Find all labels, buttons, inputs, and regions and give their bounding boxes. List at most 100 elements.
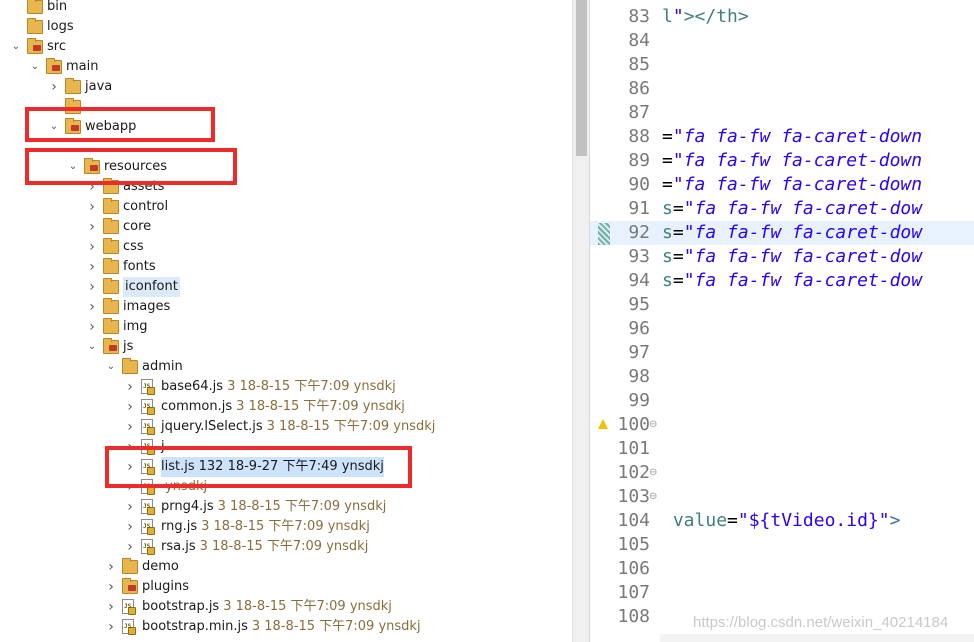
chevron-right-icon[interactable]: › xyxy=(124,537,136,557)
code-line[interactable]: 98 xyxy=(590,365,974,389)
tree-item[interactable]: › img xyxy=(0,317,572,337)
code-editor[interactable]: 83 l"></th> 84 85 86 87 88 ="fa fa-fw fa-caret-… xyxy=(589,0,974,642)
chevron-down-icon[interactable]: ⌄ xyxy=(48,117,60,137)
code-line[interactable]: 99 xyxy=(590,389,974,413)
tree-item[interactable]: › rsa.js3 18-8-15 下午7:09 ynsdkj xyxy=(0,537,572,557)
tree-item[interactable] xyxy=(0,137,572,157)
code-line[interactable]: 101 xyxy=(590,437,974,461)
chevron-right-icon[interactable]: › xyxy=(105,577,117,597)
code-line[interactable]: 92 s="fa fa-fw fa-caret-dow xyxy=(590,221,974,245)
tree-item[interactable]: › bootstrap.min.js3 18-8-15 下午7:09 ynsdkj xyxy=(0,617,572,637)
tree-item[interactable]: › bootstrap.js3 18-8-15 下午7:09 ynsdkj xyxy=(0,597,572,617)
code-line[interactable]: 106 xyxy=(590,557,974,581)
code-line[interactable]: 94 s="fa fa-fw fa-caret-dow xyxy=(590,269,974,293)
chevron-right-icon[interactable]: › xyxy=(124,517,136,537)
tree-item[interactable]: › fonts xyxy=(0,257,572,277)
tree-item[interactable]: › control xyxy=(0,197,572,217)
tree-item[interactable] xyxy=(0,97,572,117)
tree-item[interactable]: ⌄ admin xyxy=(0,357,572,377)
code-token: "fa fa-fw fa-caret-dow xyxy=(683,246,923,267)
chevron-right-icon[interactable]: › xyxy=(86,317,98,337)
tree-item[interactable]: › list.js132 18-9-27 下午7:49 ynsdkj xyxy=(0,457,572,477)
folder-icon xyxy=(122,358,138,374)
chevron-down-icon[interactable]: ⌄ xyxy=(86,337,98,357)
tree-item[interactable]: › plugins xyxy=(0,577,572,597)
code-line[interactable]: 96 xyxy=(590,317,974,341)
tree-item[interactable]: › j xyxy=(0,437,572,457)
tree-item[interactable]: › css xyxy=(0,237,572,257)
tree-item[interactable]: logs xyxy=(0,17,572,37)
code-line[interactable]: 97 xyxy=(590,341,974,365)
code-line[interactable]: 91 s="fa fa-fw fa-caret-dow xyxy=(590,197,974,221)
tree-item[interactable]: ⌄ src xyxy=(0,37,572,57)
tree-item[interactable]: › iconfont xyxy=(0,277,572,297)
code-token: = xyxy=(672,246,684,267)
chevron-right-icon[interactable]: › xyxy=(86,277,98,297)
chevron-down-icon[interactable]: ⌄ xyxy=(10,37,22,57)
tree-scrollbar-thumb[interactable] xyxy=(576,0,587,156)
chevron-right-icon[interactable]: › xyxy=(124,457,136,477)
js-file-icon xyxy=(141,439,155,455)
chevron-down-icon[interactable]: ⌄ xyxy=(105,357,117,377)
tree-item[interactable]: › java xyxy=(0,77,572,97)
code-line[interactable]: 103 ⊖ xyxy=(590,485,974,509)
code-line[interactable]: 105 xyxy=(590,533,974,557)
chevron-right-icon[interactable]: › xyxy=(124,437,136,457)
code-line[interactable]: 83 l"></th> xyxy=(590,5,974,29)
tree-item[interactable]: ⌄ js xyxy=(0,337,572,357)
fold-toggle-icon[interactable]: ⊖ xyxy=(649,491,657,503)
tree-item[interactable]: › jquery.lSelect.js3 18-8-15 下午7:09 ynsdk… xyxy=(0,417,572,437)
chevron-right-icon[interactable]: › xyxy=(124,477,136,497)
chevron-right-icon[interactable]: › xyxy=(86,297,98,317)
chevron-right-icon[interactable]: › xyxy=(105,617,117,637)
code-line[interactable]: 102 ⊖ xyxy=(590,461,974,485)
chevron-right-icon[interactable]: › xyxy=(105,597,117,617)
tree-item-label: images xyxy=(123,297,170,317)
tree-item[interactable]: › images xyxy=(0,297,572,317)
tree-scrollbar[interactable] xyxy=(572,0,589,642)
tree-item[interactable]: › assets xyxy=(0,177,572,197)
tree-item[interactable]: ⌄ resources xyxy=(0,157,572,177)
tree-item-label: rng.js 3 18-8-15 下午7:09 ynsdkj xyxy=(161,517,370,537)
tree-item[interactable]: › ynsdkj xyxy=(0,477,572,497)
tree-item[interactable]: › common.js3 18-8-15 下午7:09 ynsdkj xyxy=(0,397,572,417)
chevron-right-icon[interactable]: › xyxy=(124,417,136,437)
chevron-down-icon[interactable]: ⌄ xyxy=(29,57,41,77)
tree-item[interactable]: › rng.js3 18-8-15 下午7:09 ynsdkj xyxy=(0,517,572,537)
tree-item[interactable]: › prng4.js3 18-8-15 下午7:09 ynsdkj xyxy=(0,497,572,517)
chevron-right-icon[interactable]: › xyxy=(86,177,98,197)
code-line[interactable]: 104 value="${tVideo.id}"> xyxy=(590,509,974,533)
code-line[interactable]: 100 ⊖ xyxy=(590,413,974,437)
chevron-right-icon[interactable]: › xyxy=(86,237,98,257)
code-line[interactable]: 89 ="fa fa-fw fa-caret-down xyxy=(590,149,974,173)
code-line[interactable]: 88 ="fa fa-fw fa-caret-down xyxy=(590,125,974,149)
code-line[interactable]: 84 xyxy=(590,29,974,53)
editor-horizontal-scrollbar[interactable] xyxy=(660,634,974,642)
code-line[interactable]: 93 s="fa fa-fw fa-caret-dow xyxy=(590,245,974,269)
tree-item[interactable]: › base64.js3 18-8-15 下午7:09 ynsdkj xyxy=(0,377,572,397)
code-line[interactable]: 107 xyxy=(590,581,974,605)
code-line[interactable]: 86 xyxy=(590,77,974,101)
chevron-right-icon[interactable]: › xyxy=(124,497,136,517)
tree-item[interactable]: › core xyxy=(0,217,572,237)
chevron-down-icon[interactable]: ⌄ xyxy=(67,157,79,177)
chevron-right-icon[interactable]: › xyxy=(124,397,136,417)
code-line[interactable]: 87 xyxy=(590,101,974,125)
code-line[interactable]: 85 xyxy=(590,53,974,77)
tree-item[interactable]: ⌄ main xyxy=(0,57,572,77)
chevron-right-icon[interactable]: › xyxy=(124,377,136,397)
tree-item[interactable]: bin xyxy=(0,0,572,17)
chevron-right-icon[interactable]: › xyxy=(48,77,60,97)
chevron-right-icon[interactable]: › xyxy=(105,557,117,577)
fold-toggle-icon[interactable]: ⊖ xyxy=(649,467,657,479)
chevron-right-icon[interactable]: › xyxy=(86,217,98,237)
tree-item[interactable]: ⌄ webapp xyxy=(0,117,572,137)
tree-item[interactable]: › demo xyxy=(0,557,572,577)
file-name: iconfont xyxy=(125,279,178,294)
code-line[interactable]: 95 xyxy=(590,293,974,317)
fold-toggle-icon[interactable]: ⊖ xyxy=(649,419,657,431)
chevron-right-icon[interactable]: › xyxy=(86,257,98,277)
code-line[interactable]: 90 ="fa fa-fw fa-caret-down xyxy=(590,173,974,197)
chevron-right-icon[interactable]: › xyxy=(86,197,98,217)
folder-icon xyxy=(27,18,43,34)
